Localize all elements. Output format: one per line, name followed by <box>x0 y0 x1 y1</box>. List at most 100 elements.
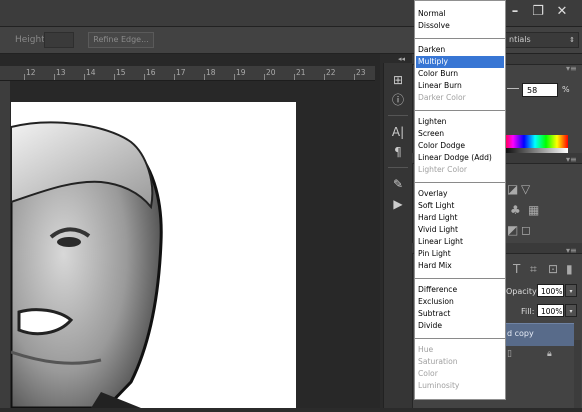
panel-icon-strip: ⊞ ⓘ A| ¶ ✎ ▶ <box>383 63 412 408</box>
collapse-panels-icon[interactable]: ◂◂ <box>398 55 405 63</box>
canvas[interactable] <box>9 102 296 410</box>
blend-mode-soft-light[interactable]: Soft Light <box>416 200 504 212</box>
ruler-tick-mark <box>234 74 235 80</box>
info-icon[interactable]: ⓘ <box>384 91 412 109</box>
minimize-icon[interactable]: – <box>505 4 525 20</box>
menu-separator <box>415 278 505 279</box>
blend-mode-lighten[interactable]: Lighten <box>416 116 504 128</box>
blend-mode-linear-light[interactable]: Linear Light <box>416 236 504 248</box>
portrait-image <box>9 121 163 410</box>
blend-mode-normal[interactable]: Normal <box>416 8 504 20</box>
blend-mode-darken[interactable]: Darken <box>416 44 504 56</box>
smart-filter-icon[interactable]: ⊡ <box>548 262 558 276</box>
color-opacity-input[interactable]: 58 <box>522 83 558 97</box>
blend-mode-hard-mix[interactable]: Hard Mix <box>416 260 504 272</box>
blend-mode-overlay[interactable]: Overlay <box>416 188 504 200</box>
ruler-tick-label: 19 <box>236 68 246 77</box>
blend-mode-color-dodge[interactable]: Color Dodge <box>416 140 504 152</box>
type-filter-icon[interactable]: T <box>513 262 520 276</box>
color-spectrum[interactable] <box>502 135 568 148</box>
blend-mode-screen[interactable]: Screen <box>416 128 504 140</box>
ruler-tick-mark <box>174 74 175 80</box>
ruler-tick-label: 12 <box>26 68 36 77</box>
blend-mode-hue: Hue <box>418 345 434 354</box>
horizontal-ruler: 12 13 14 15 16 17 18 19 20 21 22 23 <box>0 66 375 81</box>
blend-mode-subtract[interactable]: Subtract <box>416 308 504 320</box>
ruler-tick-mark <box>354 74 355 80</box>
blend-mode-exclusion[interactable]: Exclusion <box>416 296 504 308</box>
layer-fill-input[interactable]: 100% <box>537 304 564 317</box>
menu-separator <box>415 182 505 183</box>
layer-opacity-input[interactable]: 100% <box>537 284 564 297</box>
workspace-label: ntials <box>509 35 531 44</box>
menu-separator <box>415 110 505 111</box>
blend-mode-color: Color <box>418 369 438 378</box>
blend-mode-luminosity: Luminosity <box>418 381 460 390</box>
shape-filter-icon[interactable]: ⌗ <box>530 262 537 277</box>
ruler-tick-label: 20 <box>266 68 276 77</box>
fill-label: Fill: <box>521 307 535 316</box>
ruler-tick-mark <box>264 74 265 80</box>
ruler-tick-label: 14 <box>86 68 96 77</box>
blend-mode-saturation: Saturation <box>418 357 458 366</box>
blend-mode-linear-burn[interactable]: Linear Burn <box>416 80 504 92</box>
blend-mode-menu[interactable]: Normal Dissolve Darken Multiply Color Burn Li… <box>414 0 506 400</box>
channel-mixer-icon[interactable]: ▦ <box>528 203 539 217</box>
chevron-down-icon[interactable]: ▾ <box>565 304 577 317</box>
blend-mode-color-burn[interactable]: Color Burn <box>416 68 504 80</box>
color-balance-icon[interactable]: ♣ <box>510 203 521 217</box>
blend-mode-multiply[interactable]: Multiply <box>416 56 504 68</box>
layers-scrollbar[interactable] <box>574 340 581 408</box>
layer-thumbnail-icon: ▯ <box>507 349 512 359</box>
chevron-down-icon[interactable]: ▾ <box>565 284 577 297</box>
ruler-tick-label: 22 <box>326 68 336 77</box>
brush-presets-icon[interactable]: ✎ <box>384 175 412 193</box>
ruler-tick-label: 23 <box>356 68 366 77</box>
adjust-layers-icon[interactable]: ⊞ <box>384 71 412 89</box>
panel-menu-icon[interactable]: ▾≡ <box>566 64 577 73</box>
ruler-tick-label: 21 <box>296 68 306 77</box>
panel-menu-icon[interactable]: ▾≡ <box>566 155 577 164</box>
play-action-icon[interactable]: ▶ <box>384 195 412 213</box>
blend-mode-hard-light[interactable]: Hard Light <box>416 212 504 224</box>
blend-mode-pin-light[interactable]: Pin Light <box>416 248 504 260</box>
gradient-map-icon[interactable]: ◻ <box>521 223 531 237</box>
paragraph-icon[interactable]: ¶ <box>384 143 412 161</box>
up-down-arrows-icon: ⇕ <box>569 36 575 44</box>
ruler-tick-mark <box>84 74 85 80</box>
lock-icon: 🔒︎ <box>547 349 552 359</box>
blend-mode-linear-dodge-add[interactable]: Linear Dodge (Add) <box>416 152 504 164</box>
levels-icon[interactable]: ◪ <box>507 182 518 196</box>
ruler-tick-mark <box>24 74 25 80</box>
ruler-tick-mark <box>114 74 115 80</box>
menu-separator <box>415 38 505 39</box>
character-icon[interactable]: A| <box>384 123 412 141</box>
percent-label: % <box>562 85 570 94</box>
curves-icon[interactable]: ▽ <box>521 182 530 196</box>
opacity-slider[interactable] <box>507 88 519 89</box>
ruler-tick-mark <box>144 74 145 80</box>
restore-icon[interactable]: ❐ <box>528 4 548 20</box>
ruler-tick-label: 17 <box>176 68 186 77</box>
blend-mode-dissolve[interactable]: Dissolve <box>416 20 504 32</box>
layer-name: d copy <box>507 329 534 338</box>
close-icon[interactable]: ✕ <box>552 4 572 20</box>
height-input[interactable] <box>44 32 74 48</box>
ruler-tick-mark <box>54 74 55 80</box>
ruler-tick-label: 13 <box>56 68 66 77</box>
filter-toggle-icon[interactable]: ▮ <box>566 262 573 276</box>
blend-mode-lighter-color: Lighter Color <box>418 165 467 174</box>
menu-separator <box>415 338 505 339</box>
opacity-label: Opacity: <box>506 287 539 296</box>
blend-mode-difference[interactable]: Difference <box>416 284 504 296</box>
threshold-icon[interactable]: ◩ <box>507 223 518 237</box>
ruler-tick-mark <box>204 74 205 80</box>
refine-edge-button[interactable]: Refine Edge... <box>88 32 154 48</box>
blend-mode-vivid-light[interactable]: Vivid Light <box>416 224 504 236</box>
blend-mode-divide[interactable]: Divide <box>416 320 504 332</box>
ruler-tick-label: 15 <box>116 68 126 77</box>
blend-mode-darker-color: Darker Color <box>418 93 466 102</box>
ruler-tick-mark <box>294 74 295 80</box>
panel-menu-icon[interactable]: ▾≡ <box>566 246 577 255</box>
workspace-switcher[interactable]: ntials ⇕ <box>505 32 579 48</box>
